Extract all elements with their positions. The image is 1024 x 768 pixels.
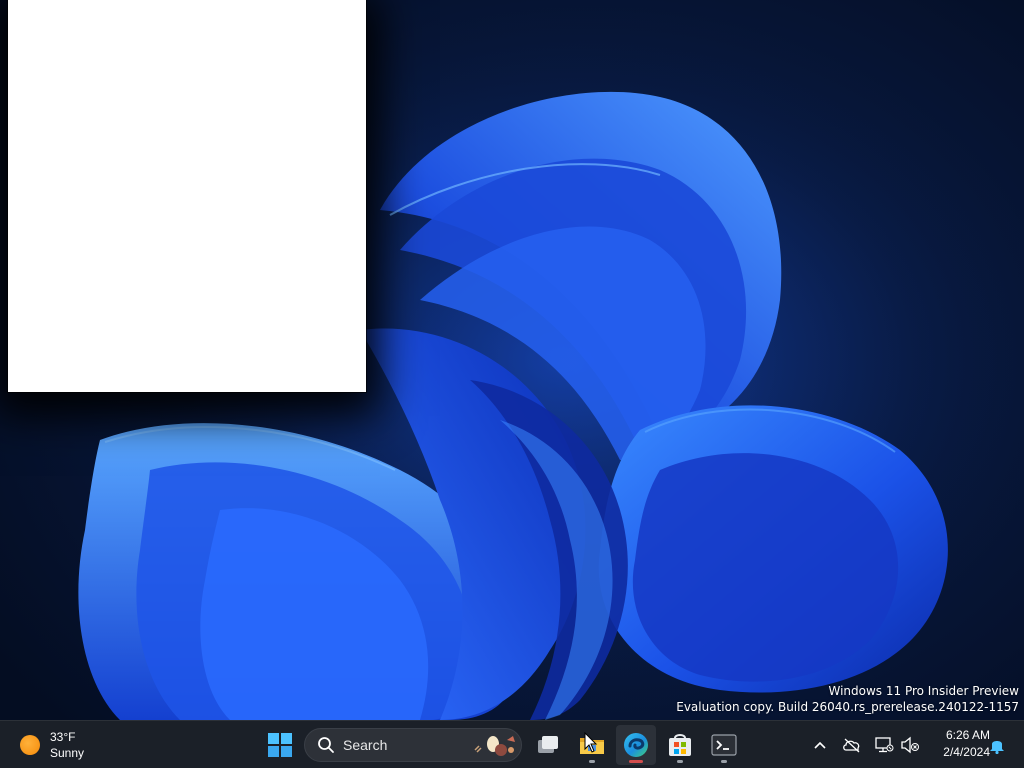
running-indicator: [721, 760, 727, 763]
bell-icon: [990, 741, 1004, 754]
store-icon: [669, 734, 691, 756]
weather-condition: Sunny: [50, 746, 85, 760]
clock-date: 2/4/2024: [943, 745, 990, 759]
build-watermark: Windows 11 Pro Insider Preview Evaluatio…: [676, 683, 1019, 715]
search-icon: [317, 736, 335, 754]
clock-time: 6:26 AM: [945, 728, 990, 742]
running-indicator: [677, 760, 683, 763]
sun-icon: [20, 735, 40, 755]
desktop: Windows 11 Pro Insider Preview Evaluatio…: [0, 0, 1024, 720]
task-view-icon: [538, 736, 558, 753]
running-indicator: [589, 760, 595, 763]
weather-temperature: 33°F: [50, 730, 76, 744]
volume-tray-button[interactable]: [898, 733, 922, 757]
edge-icon: [624, 733, 648, 757]
edge-button[interactable]: [616, 725, 656, 765]
task-view-button[interactable]: [528, 725, 568, 765]
start-button[interactable]: [260, 725, 300, 765]
blank-window[interactable]: [8, 0, 366, 392]
volume-muted-icon: [901, 736, 919, 754]
watermark-line-2: Evaluation copy. Build 26040.rs_prerelea…: [676, 700, 1019, 714]
onedrive-tray-button[interactable]: [840, 733, 864, 757]
store-button[interactable]: [660, 725, 700, 765]
windows-logo-icon: [268, 733, 292, 757]
mouse-cursor: [584, 732, 598, 753]
search-box[interactable]: Search: [304, 728, 522, 762]
watermark-line-1: Windows 11 Pro Insider Preview: [828, 684, 1019, 698]
terminal-button[interactable]: [704, 725, 744, 765]
notification-button[interactable]: [986, 733, 1008, 757]
clock[interactable]: 6:26 AM 2/4/2024: [924, 727, 990, 763]
taskbar: 33°F Sunny Search 6:26 AM 2/4/2024: [0, 720, 1024, 768]
network-disconnected-icon: [875, 737, 894, 753]
running-indicator-active: [629, 760, 643, 763]
show-hidden-icons-button[interactable]: [808, 733, 832, 757]
cloud-offline-icon: [843, 738, 860, 753]
terminal-icon: [711, 734, 737, 756]
search-label: Search: [343, 737, 388, 753]
network-tray-button[interactable]: [872, 733, 896, 757]
chevron-up-icon: [814, 741, 826, 749]
weather-widget[interactable]: 33°F Sunny: [12, 725, 102, 765]
search-highlight-icon: [474, 736, 515, 756]
